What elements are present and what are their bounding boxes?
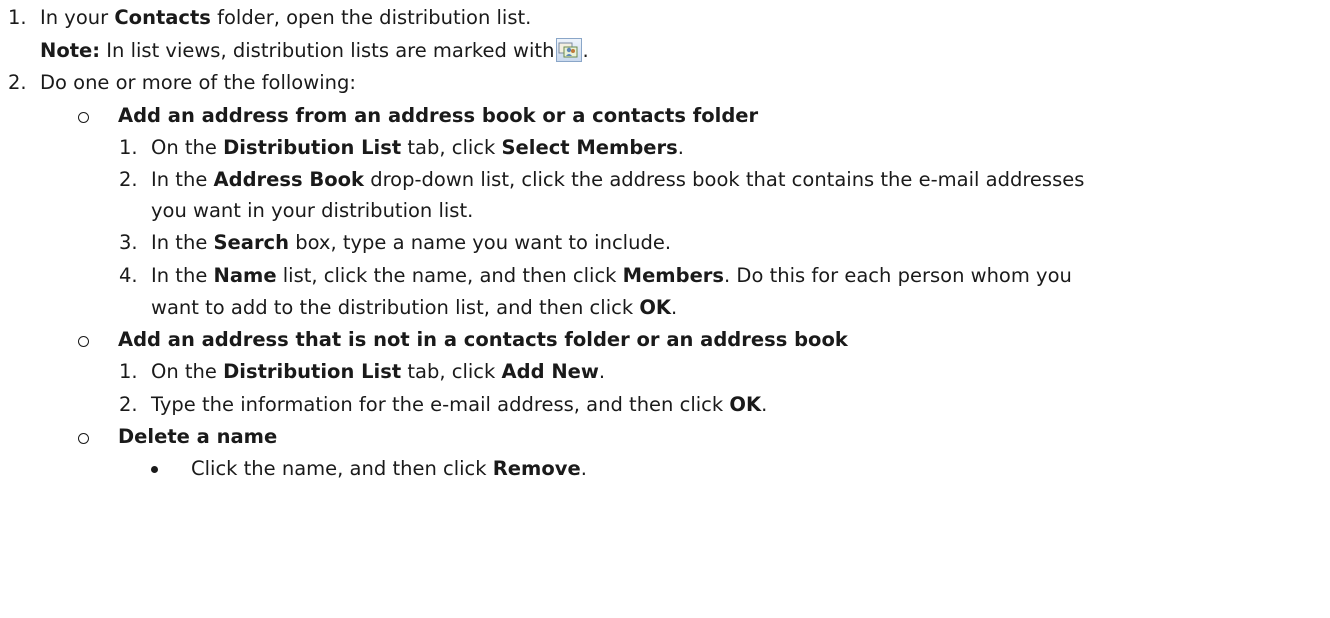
substep-bold: Distribution List — [223, 136, 402, 159]
step-number: 2. — [8, 71, 27, 94]
substep-text: . — [598, 360, 606, 383]
option-1: Add an address from an address book or a… — [78, 102, 978, 130]
substep-text: . — [671, 296, 678, 319]
circle-bullet-icon — [78, 112, 89, 123]
substep-text: tab, click — [401, 360, 502, 383]
substep-bold: OK — [729, 393, 762, 416]
step-text: folder, open the distribution list. — [210, 6, 532, 29]
step-bold: Contacts — [114, 6, 211, 29]
option-title: Add an address that is not in a contacts… — [118, 328, 848, 351]
option-title: Add an address from an address book or a… — [118, 104, 759, 127]
circle-bullet-icon — [78, 336, 89, 347]
substep-bold: Add New — [501, 360, 599, 383]
substep-bold: Select Members — [501, 136, 678, 159]
distribution-list-icon — [556, 38, 583, 62]
substep-2-2: 2. Type the information for the e-mail a… — [119, 391, 767, 419]
substep-bold: Name — [213, 264, 277, 287]
circle-bullet-icon — [78, 433, 89, 444]
substep-number: 2. — [119, 168, 138, 191]
substep-text: On the — [151, 136, 224, 159]
substep-text: drop-down list, click the address book t… — [364, 168, 1085, 191]
substep-1-4-cont: want to add to the distribution list, an… — [151, 294, 677, 322]
substep-bold: Members — [622, 264, 725, 287]
substep-1-1: 1. On the Distribution List tab, click S… — [119, 134, 684, 162]
substep-number: 3. — [119, 231, 138, 254]
substep-text: list, click the name, and then click — [276, 264, 623, 287]
substep-bold: Address Book — [213, 168, 364, 191]
substep-text: box, type a name you want to include. — [289, 231, 672, 254]
substep-text: On the — [151, 360, 224, 383]
substep-text: . Do this for each person whom you — [724, 264, 1072, 287]
substep-bold: Search — [213, 231, 290, 254]
step-text: Do one or more of the following: — [40, 71, 356, 94]
substep-number: 4. — [119, 264, 138, 287]
option-title: Delete a name — [118, 425, 278, 448]
document-page: 1. In your Contacts folder, open the dis… — [0, 0, 1330, 618]
substep-text: In the — [151, 231, 214, 254]
substep-1-2: 2. In the Address Book drop-down list, c… — [119, 166, 1084, 194]
substep-text: Type the information for the e-mail addr… — [151, 393, 730, 416]
step-1-note: Note: In list views, distribution lists … — [40, 37, 589, 65]
substep-1-2-cont: you want in your distribution list. — [151, 197, 473, 225]
substep-text: tab, click — [401, 136, 502, 159]
bullet-text: Click the name, and then click — [191, 457, 493, 480]
substep-text: . — [677, 136, 684, 159]
step-2: 2. Do one or more of the following: — [8, 69, 356, 97]
step-number: 1. — [8, 6, 27, 29]
substep-text: . — [761, 393, 768, 416]
step-1: 1. In your Contacts folder, open the dis… — [8, 4, 531, 32]
bullet-text: . — [580, 457, 587, 480]
substep-1-3: 3. In the Search box, type a name you wa… — [119, 229, 671, 257]
bullet-item: Click the name, and then click Remove. — [151, 455, 1051, 483]
substep-text: In the — [151, 264, 214, 287]
substep-2-1: 1. On the Distribution List tab, click A… — [119, 358, 605, 386]
substep-text: In the — [151, 168, 214, 191]
substep-bold: OK — [639, 296, 672, 319]
note-end: . — [582, 39, 589, 62]
step-text: In your — [40, 6, 115, 29]
substep-text: want to add to the distribution list, an… — [151, 296, 640, 319]
note-label: Note: — [40, 39, 101, 62]
bullet-dot-icon — [151, 466, 158, 473]
option-3: Delete a name — [78, 423, 978, 451]
option-2: Add an address that is not in a contacts… — [78, 326, 978, 354]
bullet-bold: Remove — [492, 457, 581, 480]
substep-number: 1. — [119, 136, 138, 159]
substep-bold: Distribution List — [223, 360, 402, 383]
note-text: In list views, distribution lists are ma… — [100, 39, 555, 62]
substep-1-4: 4. In the Name list, click the name, and… — [119, 262, 1072, 290]
substep-number: 1. — [119, 360, 138, 383]
substep-text: you want in your distribution list. — [151, 199, 474, 222]
substep-number: 2. — [119, 393, 138, 416]
